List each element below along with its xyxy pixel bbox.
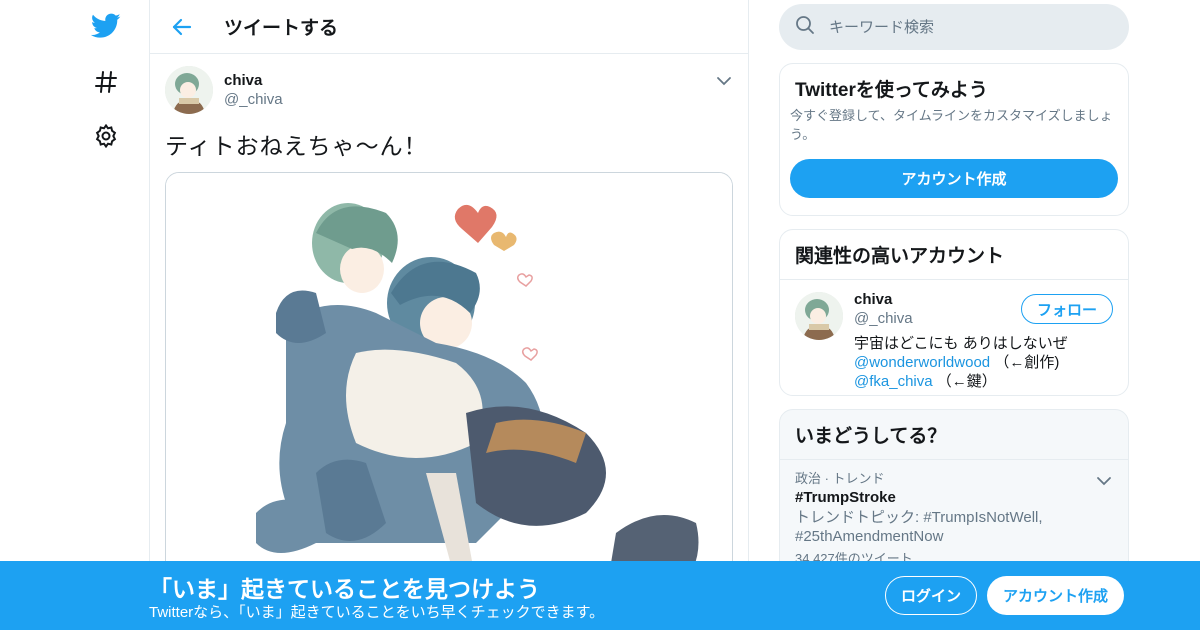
relevant-accounts-card: 関連性の高いアカウント chiva @_chiva 宇宙はどこにも ありはしない… xyxy=(779,229,1129,396)
account-bio: 宇宙はどこにも ありはしないぜ @wonderworldwood （←創作) @… xyxy=(854,334,1099,391)
search-icon xyxy=(795,15,815,40)
right-column: Twitterを使ってみよう 今すぐ登録して、タイムラインをカスタマイズしましょ… xyxy=(779,0,1129,609)
back-arrow-icon[interactable] xyxy=(170,15,194,39)
main-header: ツイートする xyxy=(150,0,748,54)
follow-button[interactable]: フォロー xyxy=(1021,294,1113,324)
user-name: chiva xyxy=(224,71,263,89)
account-recommendation: chiva @_chiva 宇宙はどこにも ありはしないぜ @wonderwor… xyxy=(780,280,1128,395)
signup-banner: 「いま」起きていることを見つけよう Twitterなら、「いま」起きていることを… xyxy=(0,561,1200,630)
signup-card: Twitterを使ってみよう 今すぐ登録して、タイムラインをカスタマイズしましょ… xyxy=(779,63,1129,216)
tweet: chiva @_chiva ティトおねえちゃ〜ん！ xyxy=(150,54,748,592)
login-button[interactable]: ログイン xyxy=(885,576,977,615)
hashtag-icon[interactable] xyxy=(90,66,122,98)
create-account-button[interactable]: アカウント作成 xyxy=(790,159,1118,198)
trend-topic: トレンドトピック: #TrumpIsNotWell, #25thAmendmen… xyxy=(795,509,1043,545)
bio-link-wonderworldwood[interactable]: @wonderworldwood xyxy=(854,354,990,371)
gear-icon[interactable] xyxy=(90,120,122,152)
signup-card-title: Twitterを使ってみよう xyxy=(795,80,988,101)
tweet-header: chiva @_chiva xyxy=(165,66,733,114)
user-handle: @_chiva xyxy=(224,90,283,108)
chevron-down-icon[interactable] xyxy=(715,72,733,90)
left-nav xyxy=(70,0,150,630)
trends-title: いまどうしてる？ xyxy=(780,410,1128,460)
banner-create-account-button[interactable]: アカウント作成 xyxy=(987,576,1124,615)
chevron-down-icon[interactable] xyxy=(1095,472,1113,490)
bio-line: 宇宙はどこにも ありはしないぜ xyxy=(854,335,1068,352)
main-column: ツイートする chiva @_chiva ティトおねえちゃ〜ん！ xyxy=(149,0,749,630)
tweet-user[interactable]: chiva @_chiva xyxy=(224,71,283,110)
search-input[interactable] xyxy=(829,18,1109,36)
avatar[interactable] xyxy=(795,292,843,340)
banner-subtitle: Twitterなら、「いま」起きていることをいち早くチェックできます。 xyxy=(149,604,605,621)
signup-card-description: 今すぐ登録して、タイムラインをカスタマイズしましょう。 xyxy=(790,108,1113,142)
tweet-text: ティトおねえちゃ〜ん！ xyxy=(165,133,428,159)
trend-category: 政治 · トレンド xyxy=(795,471,885,486)
trend-hashtag: #TrumpStroke xyxy=(795,489,896,506)
banner-title: 「いま」起きていることを見つけよう xyxy=(149,576,540,602)
bio-link-fka-chiva[interactable]: @fka_chiva xyxy=(854,373,933,390)
bio-link-suffix: （←鍵） xyxy=(936,373,997,390)
tweet-image[interactable] xyxy=(165,172,733,592)
avatar[interactable] xyxy=(165,66,213,114)
page-title: ツイートする xyxy=(224,18,339,39)
twitter-bird-icon[interactable] xyxy=(90,10,122,42)
bio-link-suffix: （←創作) xyxy=(994,354,1060,371)
search-bar[interactable] xyxy=(779,4,1129,50)
relevant-accounts-title: 関連性の高いアカウント xyxy=(780,230,1128,280)
page: ツイートする chiva @_chiva ティトおねえちゃ〜ん！ キーワード検索… xyxy=(0,0,1200,630)
